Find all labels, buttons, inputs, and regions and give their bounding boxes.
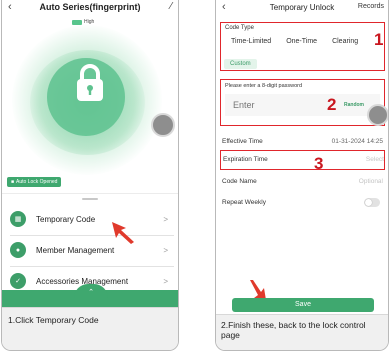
header: ‹ Auto Series(fingerprint) ⁄ xyxy=(2,0,178,16)
floating-assist-button[interactable] xyxy=(367,104,388,126)
code-name-label: Code Name xyxy=(222,178,257,185)
step-caption: 1.Click Temporary Code xyxy=(2,307,178,350)
expiration-time-inner: Expiration Time Select xyxy=(221,151,387,169)
step-number-1: 1 xyxy=(374,30,384,49)
repeat-weekly-label: Repeat Weekly xyxy=(222,199,266,206)
step-caption: 2.Finish these, back to the lock control… xyxy=(216,314,388,350)
temporary-unlock-screen: ‹ Temporary Unlock Records Code Type Tim… xyxy=(215,0,389,351)
menu-label: Member Management xyxy=(36,245,115,255)
auto-lock-label: Auto Lock Opened xyxy=(16,179,58,185)
effective-time-row[interactable]: Effective Time 01-31-2024 14:25 xyxy=(220,133,386,151)
code-name-row[interactable]: Code Name Optional xyxy=(220,173,386,191)
repeat-weekly-row: Repeat Weekly xyxy=(220,194,386,212)
tab-one-time[interactable]: One-Time xyxy=(280,36,323,48)
header: ‹ Temporary Unlock Records xyxy=(216,0,388,16)
chevron-right-icon: > xyxy=(163,214,168,224)
menu-item-member-management[interactable]: ● Member Management > xyxy=(6,238,176,262)
tab-clearing[interactable]: Clearing xyxy=(326,36,364,48)
password-label: Please enter a 8-digit password xyxy=(225,83,303,89)
menu-item-temporary-code[interactable]: ▦ Temporary Code > xyxy=(6,207,176,231)
lock-small-icon: ■ xyxy=(11,179,15,185)
bottom-action-bar: ⌃ xyxy=(2,284,178,308)
tab-custom[interactable]: Custom xyxy=(224,59,257,69)
random-button[interactable]: Random xyxy=(344,102,364,108)
code-name-input[interactable]: Optional xyxy=(359,178,383,185)
toggle-knob xyxy=(365,199,372,206)
person-icon: ● xyxy=(10,242,26,258)
wrench-icon: ✓ xyxy=(10,273,26,289)
divider xyxy=(2,193,178,194)
grid-icon: ▦ xyxy=(10,211,26,227)
collapse-icon[interactable]: ⁄ xyxy=(170,1,172,12)
save-button[interactable]: Save xyxy=(232,298,374,312)
password-section: Please enter a 8-digit password Random xyxy=(220,79,385,126)
chevron-right-icon: > xyxy=(163,245,168,255)
floating-assist-button[interactable] xyxy=(151,113,175,137)
effective-time-label: Effective Time xyxy=(222,138,263,145)
code-type-label: Code Type xyxy=(225,25,254,31)
expiration-time-select[interactable]: Select xyxy=(366,156,384,163)
caption-text: 1.Click Temporary Code xyxy=(8,315,99,325)
page-title: Auto Series(fingerprint) xyxy=(39,2,141,12)
menu-label: Temporary Code xyxy=(36,214,96,224)
records-link[interactable]: Records xyxy=(358,3,384,10)
expiration-time-row[interactable]: Expiration Time Select xyxy=(220,150,385,170)
auto-lock-badge: ■ Auto Lock Opened xyxy=(7,177,62,187)
code-type-tabs: Time-Limited One-Time Clearing xyxy=(225,36,364,48)
effective-time-value: 01-31-2024 14:25 xyxy=(331,138,383,145)
caption-text: 2.Finish these, back to the lock control… xyxy=(221,320,366,340)
tab-time-limited[interactable]: Time-Limited xyxy=(225,36,277,48)
divider xyxy=(10,266,174,267)
step-number-3: 3 xyxy=(314,154,324,173)
chevron-right-icon: > xyxy=(163,276,168,286)
battery-icon xyxy=(72,19,82,25)
lock-home-screen: ‹ Auto Series(fingerprint) ⁄ High ■ Auto… xyxy=(1,0,179,351)
divider xyxy=(10,235,174,236)
expiration-time-label: Expiration Time xyxy=(223,156,268,163)
chevron-up-icon[interactable]: ⌃ xyxy=(84,288,98,298)
pointer-arrow-icon xyxy=(112,222,134,244)
repeat-weekly-toggle[interactable] xyxy=(364,198,380,207)
drawer-grip-handle[interactable] xyxy=(82,198,98,200)
step-number-2: 2 xyxy=(327,95,337,114)
padlock-icon[interactable] xyxy=(72,62,108,104)
